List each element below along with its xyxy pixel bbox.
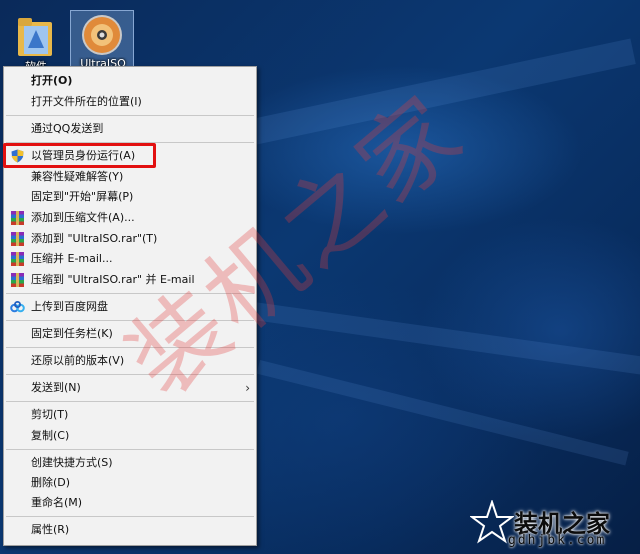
menu-item-send-via-qq[interactable]: 通过QQ发送到	[4, 119, 256, 139]
desktop-icon-ultraiso[interactable]: UltraISO	[70, 10, 134, 70]
chevron-right-icon: ›	[245, 381, 250, 395]
menu-item-copy[interactable]: 复制(C)	[4, 426, 256, 446]
menu-item-label: 发送到(N)	[31, 381, 81, 394]
menu-item-label: 打开文件所在的位置(I)	[31, 95, 142, 108]
menu-item-label: 属性(R)	[31, 523, 70, 536]
brand-url: gdhjbk.com	[508, 533, 607, 548]
menu-item-label: 固定到任务栏(K)	[31, 327, 113, 340]
menu-item-create-shortcut[interactable]: 创建快捷方式(S)	[4, 453, 256, 473]
menu-item-cut[interactable]: 剪切(T)	[4, 405, 256, 425]
menu-item-label: 剪切(T)	[31, 408, 69, 421]
desktop-icon-software-folder[interactable]: 软件	[4, 10, 68, 74]
menu-item-label: 压缩并 E-mail...	[31, 252, 113, 265]
menu-separator	[6, 401, 254, 402]
menu-item-label: 删除(D)	[31, 476, 71, 489]
menu-item-label: 复制(C)	[31, 429, 70, 442]
menu-item-label: 添加到 "UltraISO.rar"(T)	[31, 232, 158, 245]
menu-item-label: 重命名(M)	[31, 496, 83, 509]
menu-item-open[interactable]: 打开(O)	[4, 71, 256, 91]
baidu-netdisk-icon	[10, 301, 25, 313]
ultraiso-disc-icon	[82, 15, 122, 55]
menu-item-label: 打开(O)	[31, 74, 73, 87]
menu-item-label: 兼容性疑难解答(Y)	[31, 170, 124, 183]
menu-item-label: 通过QQ发送到	[31, 122, 104, 135]
folder-icon	[18, 18, 52, 56]
winrar-icon	[11, 211, 24, 225]
highlight-annotation-box	[3, 143, 156, 168]
menu-item-label: 添加到压缩文件(A)...	[31, 211, 135, 224]
menu-item-properties[interactable]: 属性(R)	[4, 520, 256, 540]
menu-item-pin-to-start[interactable]: 固定到"开始"屏幕(P)	[4, 187, 256, 207]
menu-separator	[6, 449, 254, 450]
menu-separator	[6, 115, 254, 116]
menu-item-open-file-location[interactable]: 打开文件所在的位置(I)	[4, 92, 256, 112]
menu-separator	[6, 516, 254, 517]
winrar-icon	[11, 232, 24, 246]
menu-item-label: 还原以前的版本(V)	[31, 354, 125, 367]
light-beam	[256, 360, 629, 466]
menu-item-rename[interactable]: 重命名(M)	[4, 493, 256, 513]
menu-item-compatibility-troubleshoot[interactable]: 兼容性疑难解答(Y)	[4, 167, 256, 187]
menu-item-label: 创建快捷方式(S)	[31, 456, 113, 469]
winrar-icon	[11, 252, 24, 266]
menu-item-label: 固定到"开始"屏幕(P)	[31, 190, 134, 203]
menu-item-delete[interactable]: 删除(D)	[4, 473, 256, 493]
winrar-icon	[11, 273, 24, 287]
